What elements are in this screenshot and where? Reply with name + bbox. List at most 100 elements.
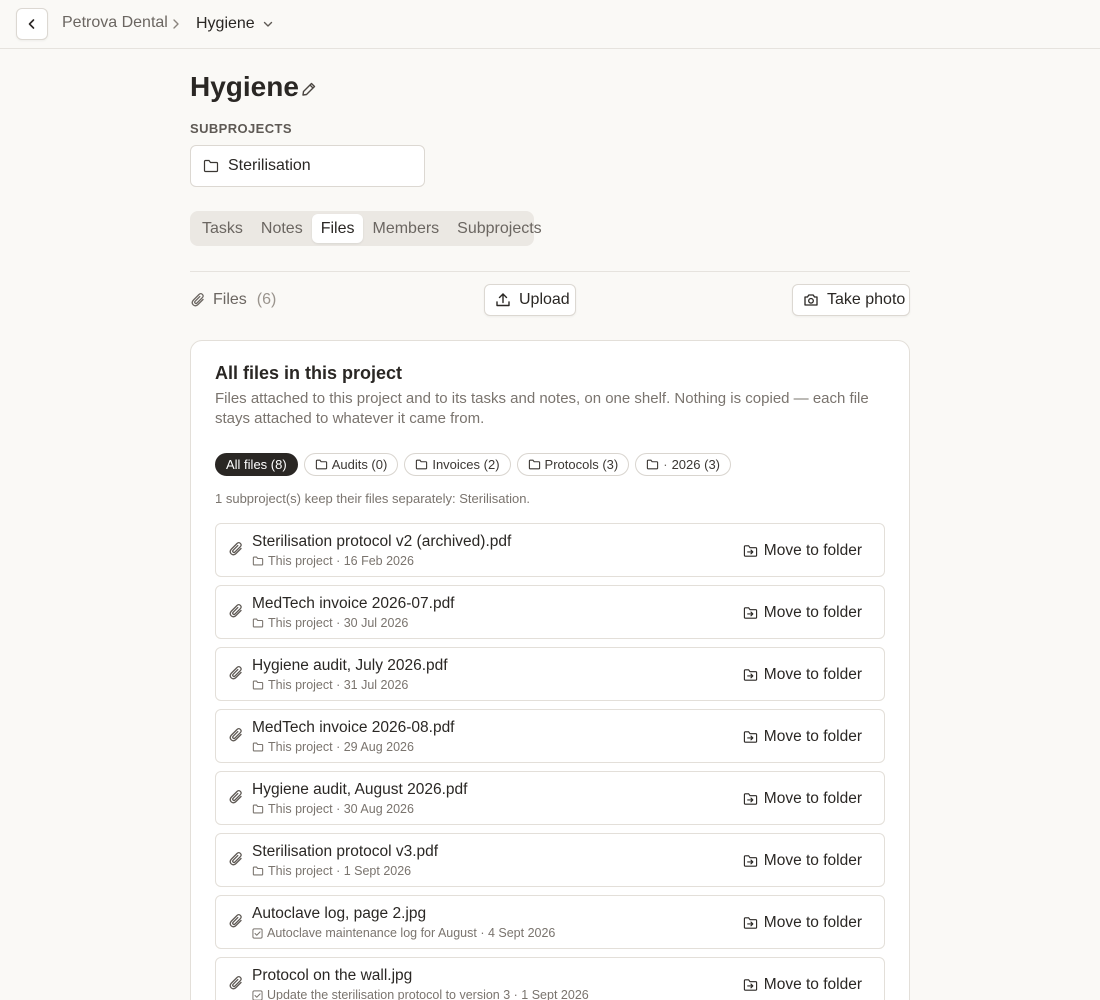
file-meta-text: Autoclave maintenance log for August · 4…	[267, 926, 556, 940]
file-meta-text: This project · 29 Aug 2026	[268, 740, 414, 754]
file-meta-text: This project · 30 Jul 2026	[268, 616, 409, 630]
paperclip-icon	[228, 727, 244, 743]
file-meta-text: Update the sterilisation protocol to ver…	[267, 988, 589, 1000]
file-row[interactable]: Sterilisation protocol v3.pdf This projec…	[215, 833, 885, 887]
move-to-folder-button[interactable]: Move to folder	[743, 789, 862, 809]
camera-icon	[803, 292, 819, 308]
checkbox-icon	[252, 989, 263, 1000]
move-to-folder-label: Move to folder	[763, 790, 862, 807]
folder-move-icon	[743, 916, 758, 930]
chip-2026[interactable]: · 2026 (3)	[635, 453, 731, 476]
folder-icon	[528, 459, 541, 470]
files-heading: Files (6)	[190, 290, 276, 310]
file-meta: This project · 16 Feb 2026	[252, 554, 414, 568]
file-row[interactable]: MedTech invoice 2026-08.pdf This project …	[215, 709, 885, 763]
move-to-folder-label: Move to folder	[763, 914, 862, 931]
file-name[interactable]: Sterilisation protocol v2 (archived).pdf	[252, 533, 511, 551]
file-name[interactable]: Hygiene audit, July 2026.pdf	[252, 657, 448, 675]
file-row[interactable]: Hygiene audit, August 2026.pdf This proje…	[215, 771, 885, 825]
tab-notes[interactable]: Notes	[252, 214, 312, 243]
tab-bar: Tasks Notes Files Members Subprojects	[190, 211, 542, 246]
move-to-folder-label: Move to folder	[763, 666, 862, 683]
file-meta: This project · 29 Aug 2026	[252, 740, 414, 754]
folder-icon	[252, 556, 264, 566]
file-name[interactable]: Hygiene audit, August 2026.pdf	[252, 781, 467, 799]
breadcrumb-parent[interactable]: Petrova Dental	[62, 14, 168, 32]
folder-move-icon	[743, 606, 758, 620]
paperclip-icon	[228, 913, 244, 929]
folder-icon	[252, 618, 264, 628]
folder-icon	[252, 742, 264, 752]
chevron-left-icon	[25, 17, 39, 31]
file-name[interactable]: Autoclave log, page 2.jpg	[252, 905, 426, 923]
move-to-folder-button[interactable]: Move to folder	[743, 603, 862, 623]
tab-files[interactable]: Files	[311, 214, 364, 243]
tab-tasks[interactable]: Tasks	[193, 214, 252, 243]
file-row[interactable]: MedTech invoice 2026-07.pdf This project …	[215, 585, 885, 639]
folder-filter-chips: All files (8) Audits (0) Invoices (2) Pr…	[215, 453, 731, 476]
move-to-folder-button[interactable]: Move to folder	[743, 541, 862, 561]
folder-icon	[252, 866, 264, 876]
chip-invoices[interactable]: Invoices (2)	[404, 453, 511, 476]
breadcrumb-current-dropdown[interactable]: Hygiene	[196, 12, 274, 36]
file-name[interactable]: Protocol on the wall.jpg	[252, 967, 412, 985]
take-photo-label: Take photo	[827, 291, 906, 308]
chip-label: Audits (0)	[331, 457, 388, 472]
file-row[interactable]: Protocol on the wall.jpg Update the steri…	[215, 957, 885, 1000]
chip-label: All files (8)	[226, 457, 287, 472]
paperclip-icon	[228, 665, 244, 681]
take-photo-button[interactable]: Take photo	[792, 284, 910, 316]
folder-icon	[203, 159, 219, 173]
folder-icon	[646, 459, 659, 470]
chip-all-files[interactable]: All files (8)	[215, 453, 298, 476]
chip-label: 2026 (3)	[671, 457, 720, 472]
move-to-folder-button[interactable]: Move to folder	[743, 727, 862, 747]
files-label: Files	[213, 291, 247, 308]
paperclip-icon	[228, 541, 244, 557]
move-to-folder-button[interactable]: Move to folder	[743, 913, 862, 933]
top-bar: Petrova Dental Hygiene	[0, 0, 1100, 49]
file-name[interactable]: MedTech invoice 2026-07.pdf	[252, 595, 455, 613]
folder-move-icon	[743, 668, 758, 682]
page-title: Hygiene	[190, 71, 299, 102]
chip-nesting-dot: ·	[663, 457, 668, 472]
file-meta: Update the sterilisation protocol to ver…	[252, 988, 589, 1000]
upload-icon	[495, 292, 511, 308]
file-meta-text: This project · 31 Jul 2026	[268, 678, 409, 692]
folder-icon	[252, 804, 264, 814]
move-to-folder-button[interactable]: Move to folder	[743, 975, 862, 995]
file-meta-text: This project · 16 Feb 2026	[268, 554, 414, 568]
paperclip-icon	[228, 789, 244, 805]
subproject-card-sterilisation[interactable]: Sterilisation	[190, 145, 425, 187]
tab-members[interactable]: Members	[363, 214, 448, 243]
folder-move-icon	[743, 730, 758, 744]
chip-label: Protocols (3)	[544, 457, 619, 472]
file-meta-text: This project · 30 Aug 2026	[268, 802, 414, 816]
move-to-folder-label: Move to folder	[763, 976, 862, 993]
chip-protocols[interactable]: Protocols (3)	[516, 453, 630, 476]
file-row[interactable]: Sterilisation protocol v2 (archived).pdf…	[215, 523, 885, 577]
chip-label: Invoices (2)	[432, 457, 500, 472]
file-row[interactable]: Autoclave log, page 2.jpg Autoclave maint…	[215, 895, 885, 949]
paperclip-icon	[228, 851, 244, 867]
file-meta: This project · 30 Aug 2026	[252, 802, 414, 816]
pencil-icon[interactable]	[300, 80, 318, 98]
upload-button[interactable]: Upload	[484, 284, 576, 316]
file-meta-text: This project · 1 Sept 2026	[268, 864, 412, 878]
move-to-folder-label: Move to folder	[763, 604, 862, 621]
move-to-folder-button[interactable]: Move to folder	[743, 851, 862, 871]
move-to-folder-label: Move to folder	[763, 852, 862, 869]
folder-icon	[415, 459, 428, 470]
file-name[interactable]: MedTech invoice 2026-08.pdf	[252, 719, 455, 737]
back-button[interactable]	[16, 8, 48, 40]
panel-title: All files in this project	[215, 363, 403, 383]
file-name[interactable]: Sterilisation protocol v3.pdf	[252, 843, 438, 861]
tab-subprojects[interactable]: Subprojects	[448, 214, 551, 243]
folder-move-icon	[743, 854, 758, 868]
file-row[interactable]: Hygiene audit, July 2026.pdf This project…	[215, 647, 885, 701]
chevron-right-icon	[170, 17, 182, 31]
move-to-folder-button[interactable]: Move to folder	[743, 665, 862, 685]
panel-description: Files attached to this project and to it…	[215, 390, 869, 427]
chip-audits[interactable]: Audits (0)	[303, 453, 399, 476]
subproject-note: 1 subproject(s) keep their files separat…	[215, 491, 531, 506]
